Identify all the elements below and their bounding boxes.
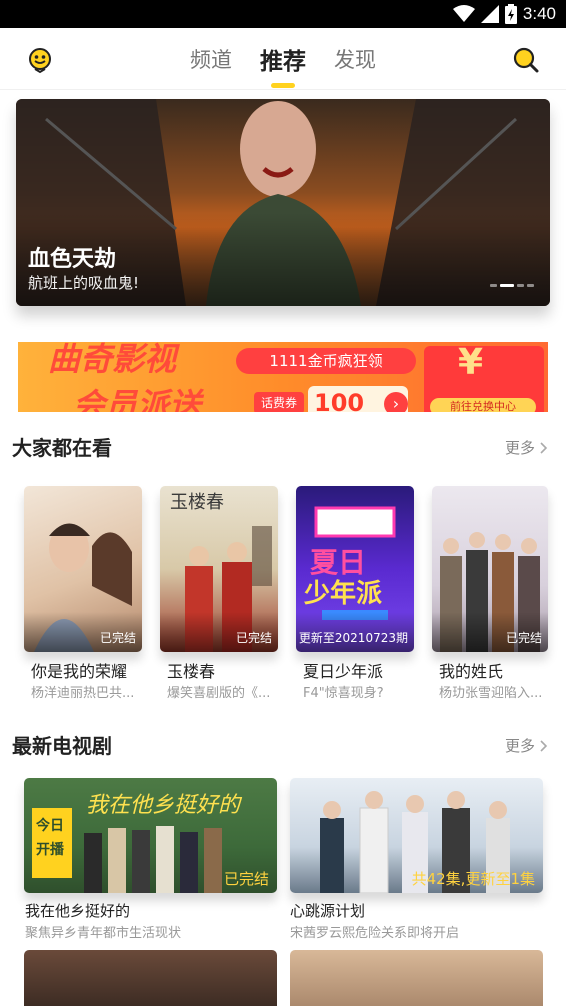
more-label: 更多 [504,439,535,457]
poster-title[interactable]: 你是我的荣耀 [31,658,127,682]
battery-icon [504,4,517,24]
status-badge: 已完结 [223,870,269,888]
search-icon[interactable] [512,46,540,74]
status-badge: 更新至20210723期 [298,631,408,645]
poster-card[interactable]: 已完结 [24,486,142,652]
status-badge: 已完结 [505,631,542,645]
tv-card[interactable]: 今日开播 我在他乡挺好的 已完结 [24,778,277,893]
status-bar: 3:40 [0,0,566,28]
svg-text:夏日: 夏日 [310,546,366,579]
more-button-tv[interactable]: 更多 [505,735,548,756]
banner-title: 血色天劫 [28,247,117,272]
poster-desc: 杨玏张雪迎陷入... [439,686,543,701]
banner-pagination [490,284,534,287]
tv-title[interactable]: 我在他乡挺好的 [25,900,130,921]
poster-title[interactable]: 夏日少年派 [303,658,383,682]
promo-voucher-tag: 话费券 [254,392,304,412]
promo-headline: 曲奇影视 [48,342,177,378]
clock: 3:40 [522,4,556,23]
svg-text:开播: 开播 [36,841,65,858]
poster-card[interactable]: 玉楼春 已完结 [160,486,278,652]
more-label: 更多 [504,737,535,755]
promo-headline-2: 会员派送 [73,386,202,412]
arrow-right-icon: › [384,392,408,412]
svg-text:我在他乡挺好的: 我在他乡挺好的 [86,793,243,818]
banner-subtitle: 航班上的吸血鬼! [28,274,140,292]
tab-discover[interactable]: 发现 [332,44,378,74]
wifi-icon [452,5,475,22]
chevron-right-icon [540,441,548,454]
poster-card[interactable]: 已完结 [432,486,548,652]
status-badge: 已完结 [99,631,136,645]
poster-title[interactable]: 我的姓氏 [439,658,503,682]
svg-text:少年派: 少年派 [303,578,382,609]
status-badge: 共42集,更新至1集 [411,870,535,888]
poster-desc: 杨洋迪丽热巴共... [31,686,135,701]
poster-title[interactable]: 玉楼春 [167,658,215,682]
signal-icon [480,5,499,23]
section-title-popular: 大家都在看 [12,436,112,460]
status-badge: 已完结 [235,631,272,645]
hero-banner[interactable]: 血色天劫 航班上的吸血鬼! [16,99,550,306]
tab-channels[interactable]: 频道 [188,44,234,74]
svg-text:今日: 今日 [35,817,64,834]
page-dot [517,284,524,287]
tv-card[interactable]: 共42集,更新至1集 [290,778,543,893]
promo-banner[interactable]: 曲奇影视 会员派送 1111金币疯狂领 话费券 100 › ¥ 前往兑换中心 [18,342,548,412]
poster-desc: 爆笑喜剧版的《... [167,686,271,701]
page-dot [490,284,497,287]
promo-coin-pill: 1111金币疯狂领 [236,348,416,374]
more-button-popular[interactable]: 更多 [505,437,548,458]
header-tabs: 频道 推荐 发现 [0,28,566,90]
promo-exchange-button[interactable]: 前往兑换中心 [430,398,536,412]
poster-card[interactable]: 夏日 少年派 更新至20210723期 [296,486,414,652]
tv-desc: 宋茜罗云熙危险关系即将开启 [290,926,460,941]
tab-recommended[interactable]: 推荐 [258,42,308,88]
page-dot [527,284,534,287]
yen-icon: ¥ [458,342,484,383]
poster-desc: F4"惊喜现身? [303,686,384,701]
tv-card-partial[interactable] [290,950,543,1006]
page-dot-active [500,284,514,287]
tv-card-partial[interactable] [24,950,277,1006]
svg-text:玉楼春: 玉楼春 [170,492,224,513]
chevron-right-icon [540,739,548,752]
top-bar: 频道 推荐 发现 [0,28,566,90]
tv-title[interactable]: 心跳源计划 [290,900,365,921]
section-title-tv: 最新电视剧 [12,734,112,758]
tv-desc: 聚焦异乡青年都市生活现状 [25,926,182,941]
